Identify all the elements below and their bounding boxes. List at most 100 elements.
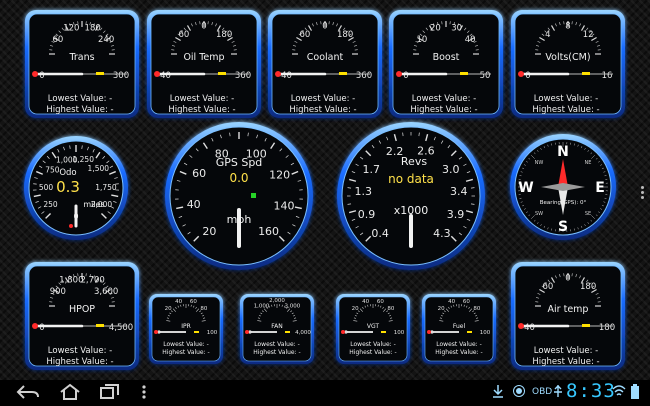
highest-value: Highest Value: - bbox=[46, 105, 113, 115]
min-marker bbox=[245, 330, 249, 334]
tick-label: 20 bbox=[430, 24, 441, 34]
tick-label-min: 0 bbox=[39, 71, 44, 81]
tick-label-min: 0 bbox=[525, 71, 530, 81]
tick-label-max: 16 bbox=[602, 71, 613, 81]
compass-west: W bbox=[518, 180, 533, 196]
gauge-trans[interactable]: 60120 180240 0 300 Trans Lowest Value: -Highe… bbox=[25, 10, 139, 118]
compass-se: SE bbox=[585, 211, 591, 217]
min-marker bbox=[32, 71, 38, 77]
tick-label-max: 100 bbox=[207, 330, 218, 336]
battery-icon bbox=[630, 384, 640, 403]
gauge-odo[interactable]: 2505007501,0001,2501,5001,7502,000Odo0.3… bbox=[24, 136, 128, 240]
gauge-air-temp[interactable]: 600180-40 180Air tempLowest Value: -Highe… bbox=[511, 262, 625, 370]
highest-value: Highest Value: - bbox=[410, 105, 477, 115]
status-clock: 8:33 bbox=[566, 380, 616, 402]
tick-label-max: 50 bbox=[480, 71, 491, 81]
tick-label: 30 bbox=[451, 24, 462, 34]
gauge-volts-cm-[interactable]: 4 8 12 0 16 Volts(CM) Lowest Value: -Highest V… bbox=[511, 10, 625, 118]
back-arrow-icon[interactable] bbox=[14, 383, 42, 403]
gauge-compass[interactable]: NSEWNW NESW SEBearing(GPS): 0° bbox=[510, 134, 616, 240]
lowest-value: Lowest Value: - bbox=[163, 341, 208, 348]
tick-label-min: 0 bbox=[157, 330, 161, 336]
gauge-name: Air temp bbox=[548, 304, 589, 315]
compass-sw: SW bbox=[535, 211, 543, 217]
tick-label: 60 bbox=[463, 299, 470, 305]
tick-label: 120 bbox=[269, 168, 290, 181]
tick-label: 20 bbox=[165, 306, 172, 312]
dashboard: 60120 1802400 300TransLowest Value: -Highe… bbox=[24, 10, 625, 370]
system-navigation-bar: OBD 8:33 bbox=[0, 380, 650, 406]
gauge-name: Odo bbox=[59, 168, 76, 178]
tick-label-max: 360 bbox=[356, 71, 372, 81]
gauge-vgt[interactable]: 2040 6080 0 100 VGT Lowest Value: -Highest Va… bbox=[336, 294, 410, 364]
tick-label: 60 bbox=[190, 299, 197, 305]
max-marker bbox=[285, 331, 290, 333]
side-overflow-indicator[interactable] bbox=[641, 186, 645, 200]
highest-value: Highest Value: - bbox=[46, 357, 113, 367]
gauge-ipr[interactable]: 2040 6080 0 100 IPR Lowest Value: -Highest Va… bbox=[149, 294, 223, 364]
max-marker bbox=[582, 72, 590, 75]
highest-value: Highest Value: - bbox=[289, 105, 356, 115]
min-marker bbox=[518, 71, 524, 77]
gauge-oil-temp[interactable]: 600180-40 360Oil TempLowest Value: -Highe… bbox=[147, 10, 261, 118]
tick-label: 0.9 bbox=[358, 208, 376, 221]
highest-value: Highest Value: - bbox=[349, 349, 396, 356]
min-marker bbox=[154, 71, 160, 77]
max-marker bbox=[194, 331, 199, 333]
tick-label-max: 360 bbox=[235, 71, 251, 81]
gauge-name: Volts(CM) bbox=[545, 52, 590, 63]
compass-ne: NE bbox=[585, 160, 592, 166]
min-marker bbox=[275, 71, 281, 77]
highest-value: Highest Value: - bbox=[532, 105, 599, 115]
highest-value: Highest Value: - bbox=[168, 105, 235, 115]
tick-label-min: 0 bbox=[344, 330, 348, 336]
gauge-revs[interactable]: 0.40.91.31.72.2 2.63.03.43.94.3Revsno dat… bbox=[337, 122, 485, 270]
gauge-hpop[interactable]: 9001,8002,7003,6000 4,500HPOPLowest Value… bbox=[25, 262, 139, 370]
tick-label: 8 bbox=[565, 22, 570, 32]
gauge-name: Revs bbox=[401, 155, 427, 168]
tick-label: 3,600 bbox=[94, 287, 118, 297]
gauge-gps-speed[interactable]: 20406080100120140160GPS Spd0.0mph bbox=[165, 122, 313, 270]
min-marker bbox=[32, 323, 38, 329]
min-marker bbox=[69, 224, 73, 228]
tick-label-max: 180 bbox=[599, 323, 615, 333]
max-marker bbox=[96, 324, 104, 327]
tick-label-max: 300 bbox=[113, 71, 129, 81]
recent-apps-icon[interactable] bbox=[96, 383, 124, 403]
odo-value: 0.3 bbox=[56, 178, 80, 196]
gauge-boost[interactable]: 1020 3040 0 50 Boost Lowest Value: -Highest V… bbox=[389, 10, 503, 118]
tick-label-max: 100 bbox=[394, 330, 405, 336]
tick-label: 40 bbox=[175, 299, 182, 305]
tick-label: 60 bbox=[52, 35, 63, 45]
tick-label: 1,500 bbox=[88, 164, 110, 173]
gauge-coolant[interactable]: 600180-40 360CoolantLowest Value: -Highes… bbox=[268, 10, 382, 118]
home-icon[interactable] bbox=[56, 383, 84, 403]
tick-label: 180 bbox=[580, 282, 596, 292]
tick-label: 10 bbox=[416, 35, 427, 45]
tick-label: 3.4 bbox=[450, 185, 468, 198]
tick-label: 60 bbox=[178, 30, 189, 40]
compass-south: S bbox=[558, 219, 568, 235]
status-marker bbox=[251, 193, 256, 198]
tick-label: 1,750 bbox=[95, 183, 117, 192]
gauge-name: Fuel bbox=[453, 323, 466, 330]
gauge-fan[interactable]: 1,0002,0003,000 0 4,000 FAN Lowest Value: -H… bbox=[240, 294, 314, 364]
tick-label: 1,000 bbox=[254, 304, 270, 310]
tick-label: 1.3 bbox=[355, 185, 373, 198]
tick-label: 250 bbox=[43, 200, 58, 209]
tick-label: 750 bbox=[45, 166, 60, 175]
tick-label: 20 bbox=[438, 306, 445, 312]
tick-label: 1,250 bbox=[73, 155, 95, 164]
gauge-name: GPS Spd bbox=[216, 156, 263, 169]
tick-label-min: 0 bbox=[248, 330, 252, 336]
gauge-fuel[interactable]: 2040 6080 0 100 Fuel Lowest Value: -Highest V… bbox=[422, 294, 496, 364]
tick-label: 3.0 bbox=[442, 163, 460, 176]
gauge-name: Trans bbox=[68, 52, 94, 63]
gps-icon bbox=[512, 384, 526, 401]
lowest-value: Lowest Value: - bbox=[48, 346, 112, 356]
compass-nw: NW bbox=[535, 160, 544, 166]
max-marker bbox=[96, 72, 104, 75]
gauge-name: Boost bbox=[433, 52, 460, 63]
tick-label-max: 4,000 bbox=[295, 330, 311, 336]
overflow-menu-icon[interactable] bbox=[138, 383, 150, 403]
